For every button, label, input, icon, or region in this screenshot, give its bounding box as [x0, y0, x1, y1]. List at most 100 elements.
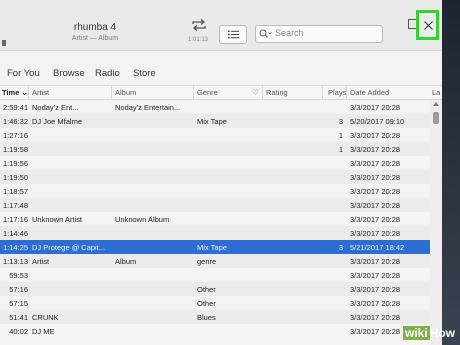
cell-time: 1:17:16 [2, 215, 28, 224]
library-nav: For You Browse Radio Store [0, 51, 442, 86]
col-time-header[interactable]: Time ⌄ [2, 88, 28, 97]
table-row[interactable]: 57:15 Other 3/3/2017 20:28 [0, 296, 430, 310]
cell-date: 3/3/2017 20:28 [350, 173, 401, 182]
cell-plays: 1 [338, 145, 343, 154]
table-row[interactable]: 59:53 3/3/2017 20:28 [0, 268, 430, 282]
cell-genre: Other [197, 285, 216, 294]
scroll-up-arrow-icon[interactable] [433, 102, 439, 106]
col-plays-header[interactable]: Plays [328, 88, 346, 97]
now-playing-subtitle: Artist — Album [71, 35, 119, 42]
cell-time: 1:19:50 [2, 173, 28, 182]
cell-date: 3/3/2017 20:28 [350, 299, 401, 308]
cell-genre: Other [197, 299, 216, 308]
cell-date: 3/3/2017 20:28 [350, 313, 401, 322]
list-icon [228, 30, 239, 39]
col-genre-header[interactable]: Genre [197, 88, 218, 97]
cell-time: 1:18:57 [2, 187, 28, 196]
cell-time: 1:14:46 [2, 229, 28, 238]
cell-plays: 3 [338, 117, 343, 126]
up-next-button[interactable] [219, 25, 247, 44]
cell-time: 1:19:58 [2, 145, 28, 154]
search-field[interactable]: Search [255, 25, 383, 43]
cell-artist: DJ Joe Mfalme [32, 117, 83, 126]
cell-date: 3/3/2017 20:28 [350, 159, 401, 168]
cell-artist: Noday'z Ent... [32, 103, 79, 112]
table-row[interactable]: 1:19:56 3/3/2017 20:28 [0, 156, 430, 170]
cell-plays: 1 [338, 131, 343, 140]
cell-artist: Artist [32, 257, 50, 266]
col-album-header[interactable]: Album [115, 88, 136, 97]
table-row[interactable]: 51:41 CRUNK Blues 3/3/2017 20:28 [0, 310, 430, 324]
now-playing-title: rhumba 4 [73, 22, 117, 33]
cell-time: 1:19:56 [2, 159, 28, 168]
cell-date: 5/20/2017 09:10 [350, 117, 405, 126]
table-row[interactable]: 1:17:48 3/3/2017 20:28 [0, 198, 430, 212]
cell-time: 1:17:48 [2, 201, 28, 210]
cell-time: 1:46:32 [2, 117, 28, 126]
cell-genre: Mix Tape [197, 117, 227, 126]
cell-album: Noday'z Entertain... [115, 103, 181, 112]
song-list: 2:59:41 Noday'z Ent... Noday'z Entertain..… [0, 100, 430, 345]
cell-date: 3/3/2017 20:28 [350, 201, 401, 210]
table-row[interactable]: 40:02 DJ ME 3/3/2017 20:28 [0, 324, 430, 338]
cell-genre: Blues [197, 313, 216, 322]
cell-date: 3/3/2017 20:28 [350, 285, 401, 294]
now-playing-time: 1:01:13 [188, 37, 209, 43]
cell-date: 3/3/2017 20:28 [350, 229, 401, 238]
cell-date: 3/3/2017 20:28 [350, 271, 401, 280]
cell-artist: DJ Protege @ Capit... [32, 243, 106, 252]
cell-date: 3/3/2017 20:28 [350, 103, 401, 112]
col-last-header[interactable]: La [432, 88, 440, 97]
col-artist-header[interactable]: Artist [32, 88, 49, 97]
cell-time: 1:14:25 [2, 243, 28, 252]
cell-date: 3/3/2017 20:28 [350, 187, 401, 196]
scrollbar[interactable] [430, 100, 442, 345]
cell-genre: Mix Tape [197, 243, 227, 252]
table-row[interactable]: 1:46:32 DJ Joe Mfalme Mix Tape 3 5/20/2017 0… [0, 114, 430, 128]
search-placeholder: Search [275, 28, 304, 38]
cell-time: 1:27:16 [2, 131, 28, 140]
itunes-window: rhumba 4 Artist — Album 1:01:13 Search F… [0, 0, 442, 345]
table-row[interactable]: 1:27:16 1 3/3/2017 20:28 [0, 128, 430, 142]
cell-album: Unknown Album [115, 215, 170, 224]
nav-store[interactable]: Store [133, 68, 156, 79]
cell-time: 57:15 [9, 299, 28, 308]
cell-artist: DJ ME [32, 327, 55, 336]
title-bar: rhumba 4 Artist — Album 1:01:13 Search [0, 0, 442, 51]
table-row[interactable]: 1:14:46 3/3/2017 20:28 [0, 226, 430, 240]
cell-time: 1:13:13 [2, 257, 28, 266]
cell-time: 40:02 [9, 327, 28, 336]
cell-plays: 3 [338, 243, 343, 252]
table-row[interactable]: 1:18:57 3/3/2017 20:28 [0, 184, 430, 198]
table-row[interactable]: 1:17:16 Unknown Artist Unknown Album 3/3/20… [0, 212, 430, 226]
table-row[interactable]: 1:19:58 1 3/3/2017 20:28 [0, 142, 430, 156]
scroll-thumb[interactable] [433, 112, 439, 124]
table-row[interactable]: 1:13:13 Artist Album genre 3/3/2017 20:28 [0, 254, 430, 268]
cell-time: 59:53 [9, 271, 28, 280]
cell-artist: CRUNK [32, 313, 59, 322]
table-row[interactable]: 2:59:41 Noday'z Ent... Noday'z Entertain..… [0, 100, 430, 114]
table-row[interactable]: 1:14:25 DJ Protege @ Capit... Mix Tape 3 5/2… [0, 240, 430, 254]
cell-date: 3/3/2017 20:28 [350, 215, 401, 224]
watermark: wiki How [403, 326, 456, 340]
love-heart-icon[interactable]: ♡ [252, 88, 259, 97]
nav-browse[interactable]: Browse [53, 68, 85, 79]
cell-time: 2:59:41 [2, 103, 28, 112]
col-rating-header[interactable]: Rating [266, 88, 288, 97]
cell-date: 3/3/2017 20:28 [350, 145, 401, 154]
col-date-added-header[interactable]: Date Added [350, 88, 389, 97]
song-table-header: Time ⌄ Artist Album Genre ♡ Rating Plays… [0, 86, 442, 100]
cell-artist: Unknown Artist [32, 215, 83, 224]
table-row[interactable]: 1:19:50 3/3/2017 20:28 [0, 170, 430, 184]
table-row[interactable]: 57:16 Other 3/3/2017 20:28 [0, 282, 430, 296]
cell-time: 57:16 [9, 285, 28, 294]
cell-time: 51:41 [9, 313, 28, 322]
cell-date: 5/21/2017 18:42 [350, 243, 405, 252]
repeat-icon[interactable] [190, 17, 208, 33]
close-button[interactable] [416, 10, 439, 40]
cell-date: 3/3/2017 20:28 [350, 257, 401, 266]
nav-radio[interactable]: Radio [95, 68, 120, 79]
cell-genre: genre [197, 257, 217, 266]
cell-album: Album [115, 257, 137, 266]
nav-for-you[interactable]: For You [7, 68, 40, 79]
